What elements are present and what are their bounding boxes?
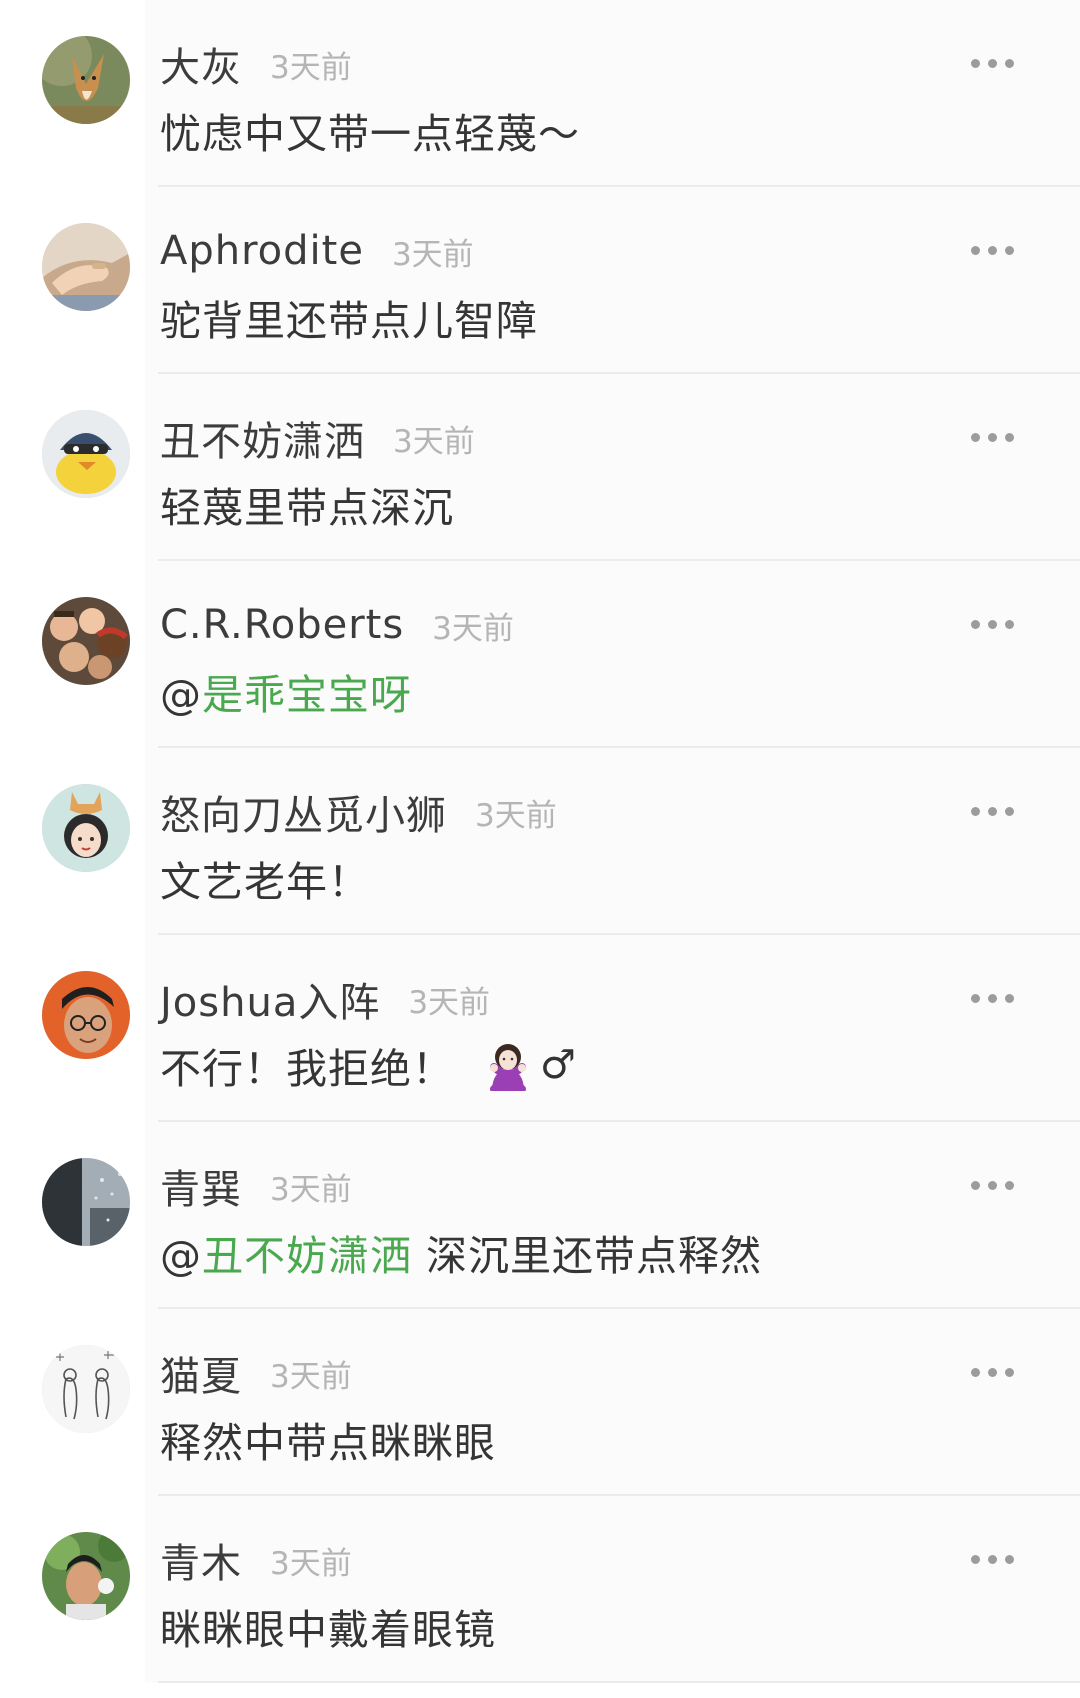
male-sign-icon: ♂ (540, 1042, 577, 1088)
more-dots-icon[interactable] (960, 607, 1024, 641)
timestamp: 3天前 (391, 236, 474, 273)
comment-item: 青木 3天前 眯眯眼中戴着眼镜 (0, 1496, 1080, 1683)
comment-body: 文艺老年！ (160, 858, 370, 906)
more-dots-icon[interactable] (960, 1168, 1024, 1202)
rainy-window-avatar[interactable] (42, 1158, 130, 1246)
comment-item: Joshua入阵 3天前 不行！我拒绝！ ♂ (0, 935, 1080, 1122)
hand-avatar[interactable] (42, 223, 130, 311)
timestamp: 3天前 (270, 1545, 352, 1582)
comment-item: 青巽 3天前 @丑不妨潇洒 深沉里还带点释然 (0, 1122, 1080, 1309)
comment-body: 深沉里还带点释然 (412, 1232, 763, 1280)
comment-body: 不行！我拒绝！ (160, 1045, 454, 1093)
comment-text: @是乖宝宝呀 (160, 661, 412, 721)
group-photo-avatar[interactable] (42, 597, 130, 685)
username[interactable]: 大灰 (160, 35, 242, 93)
mention-at: @ (160, 671, 202, 719)
comment-text: 释然中带点眯眯眼 (160, 1409, 496, 1469)
mention-name: 丑不妨潇洒 (202, 1232, 412, 1280)
comment-body: 驼背里还带点儿智障 (160, 297, 538, 345)
username[interactable]: 青木 (160, 1531, 242, 1589)
comment-body: 轻蔑里带点深沉 (160, 484, 454, 532)
timestamp: 3天前 (475, 797, 557, 834)
username[interactable]: 怒向刀丛觅小狮 (160, 783, 447, 841)
timestamp: 3天前 (270, 1171, 352, 1208)
username[interactable]: Joshua入阵 (160, 970, 380, 1028)
comment-text: 文艺老年！ (160, 848, 370, 908)
timestamp: 3天前 (393, 423, 475, 460)
more-dots-icon[interactable] (960, 981, 1024, 1015)
comment-text: @丑不妨潇洒 深沉里还带点释然 (160, 1222, 762, 1282)
timestamp: 3天前 (432, 610, 514, 647)
comment-item: 大灰 3天前 忧虑中又带一点轻蔑～ (0, 0, 1080, 187)
comment-item: 猫夏 3天前 释然中带点眯眯眼 (0, 1309, 1080, 1496)
timestamp: 3天前 (270, 49, 352, 86)
more-dots-icon[interactable] (960, 420, 1024, 454)
mention-link[interactable]: @是乖宝宝呀 (160, 661, 412, 721)
man-glasses-avatar[interactable] (42, 971, 130, 1059)
comment-body: 眯眯眼中戴着眼镜 (160, 1606, 496, 1654)
mention-at: @ (160, 1232, 202, 1280)
more-dots-icon[interactable] (960, 1542, 1024, 1576)
comment-item: 丑不妨潇洒 3天前 轻蔑里带点深沉 (0, 374, 1080, 561)
username[interactable]: 丑不妨潇洒 (160, 409, 365, 467)
comment-item: C.R.Roberts 3天前 @是乖宝宝呀 (0, 561, 1080, 748)
divider (158, 1681, 1080, 1683)
comment-text: 眯眯眼中戴着眼镜 (160, 1596, 496, 1656)
man-outdoor-avatar[interactable] (42, 1532, 130, 1620)
more-dots-icon[interactable] (960, 233, 1024, 267)
comment-text: 驼背里还带点儿智障 (160, 287, 538, 347)
mention-link[interactable]: @丑不妨潇洒 (160, 1222, 412, 1282)
comment-body: 释然中带点眯眯眼 (160, 1419, 496, 1467)
username[interactable]: C.R.Roberts (160, 602, 404, 648)
timestamp: 3天前 (408, 984, 491, 1021)
comment-list: 大灰 3天前 忧虑中又带一点轻蔑～ Aphrodite 3天前 驼背里还带点儿智… (0, 0, 1080, 1698)
woman-gesturing-no-icon (482, 1039, 534, 1091)
more-dots-icon[interactable] (960, 794, 1024, 828)
username[interactable]: 猫夏 (160, 1344, 242, 1402)
more-dots-icon[interactable] (960, 1355, 1024, 1389)
username[interactable]: Aphrodite (160, 228, 364, 274)
girl-with-dog-avatar[interactable] (42, 784, 130, 872)
comment-text: 轻蔑里带点深沉 (160, 474, 454, 534)
cartoon-duck-avatar[interactable] (42, 410, 130, 498)
comment-body: 忧虑中又带一点轻蔑～ (160, 110, 580, 158)
sketch-drawing-avatar[interactable] (42, 1345, 130, 1433)
timestamp: 3天前 (270, 1358, 352, 1395)
comment-item: 怒向刀丛觅小狮 3天前 文艺老年！ (0, 748, 1080, 935)
comment-text: 忧虑中又带一点轻蔑～ (160, 100, 580, 160)
fox-avatar[interactable] (42, 36, 130, 124)
mention-name: 是乖宝宝呀 (202, 671, 412, 719)
comment-text: 不行！我拒绝！ ♂ (160, 1035, 577, 1095)
comment-item: Aphrodite 3天前 驼背里还带点儿智障 (0, 187, 1080, 374)
username[interactable]: 青巽 (160, 1157, 242, 1215)
more-dots-icon[interactable] (960, 46, 1024, 80)
